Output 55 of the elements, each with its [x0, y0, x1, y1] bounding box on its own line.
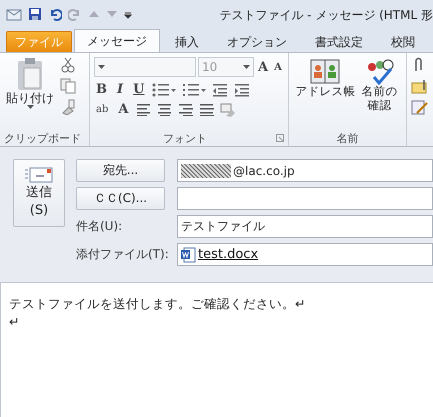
check-names-button[interactable]: 名前の 確認 [359, 55, 400, 130]
to-field[interactable]: @lac.co.jp [177, 159, 433, 182]
group-label: クリップボード [4, 130, 81, 146]
envelope-icon[interactable] [6, 7, 22, 21]
bold-button[interactable]: B [94, 82, 109, 97]
save-icon[interactable] [28, 7, 42, 21]
attachment-label: 添付ファイル(T): [76, 246, 165, 263]
cc-button[interactable]: ＣＣ(C)... [76, 187, 165, 210]
font-color-button[interactable]: A [116, 102, 130, 117]
eraser-icon[interactable] [220, 102, 236, 116]
dropdown-caret-icon[interactable] [26, 105, 34, 110]
shrink-font-button[interactable]: A [272, 62, 284, 72]
envelope-icon[interactable] [25, 167, 53, 184]
group-label: フォント [163, 130, 208, 146]
grow-font-button[interactable]: A [256, 60, 270, 74]
ribbon-tab[interactable]: 校閲 [378, 31, 428, 52]
clipboard-icon[interactable] [16, 57, 44, 91]
paste-button[interactable]: 貼り付け [4, 55, 56, 130]
message-body[interactable]: テストファイルを送付します。ご確認ください。↵ ↵ [0, 283, 433, 417]
italic-button[interactable]: I [115, 82, 126, 97]
send-button[interactable]: 送信 (S) [13, 159, 65, 227]
cc-field[interactable] [177, 187, 433, 210]
scissors-icon[interactable] [60, 57, 76, 73]
align-right-icon[interactable] [178, 103, 194, 116]
window-title: テストファイル - メッセージ (HTML 形 [219, 6, 433, 24]
word-document-icon[interactable] [181, 246, 196, 262]
subject-field[interactable]: テストファイル [177, 215, 433, 238]
address-book-button[interactable]: アドレス帳 [293, 55, 358, 130]
increase-indent-icon[interactable] [234, 82, 250, 96]
body-text: テストファイルを送付します。ご確認ください。↵ [9, 295, 306, 313]
ribbon-tab[interactable]: 書式設定 [302, 31, 376, 52]
align-left-icon[interactable] [136, 103, 152, 116]
signature-pen-icon[interactable] [411, 99, 429, 115]
group-label: 名前 [336, 130, 359, 146]
ribbon-tab[interactable]: メッセージ [74, 29, 160, 52]
ribbon-tab[interactable]: 挿入 [162, 31, 212, 52]
subject-label: 件名(U): [76, 218, 124, 235]
copy-icon[interactable] [60, 78, 76, 94]
highlight-button[interactable]: ab [94, 104, 110, 115]
body-text: ↵ [9, 313, 20, 331]
justify-icon[interactable] [199, 103, 214, 116]
address-book-icon[interactable] [310, 57, 340, 85]
to-button[interactable]: 宛先... [76, 159, 165, 182]
align-center-icon[interactable] [157, 103, 172, 116]
dropdown-caret-icon[interactable] [98, 65, 105, 69]
attachment-link[interactable]: test.docx [198, 247, 258, 262]
ribbon-tab[interactable]: オプション [214, 31, 300, 52]
dropdown-caret-icon[interactable] [243, 65, 250, 69]
paintbrush-icon[interactable] [60, 99, 76, 115]
envelope-paperclip-icon[interactable] [411, 78, 429, 94]
underline-button[interactable]: U [131, 82, 146, 97]
undo-icon[interactable] [48, 7, 62, 21]
bullet-list-icon[interactable] [152, 82, 176, 96]
numbered-list-icon[interactable] [182, 82, 206, 96]
decrease-indent-icon[interactable] [212, 82, 228, 96]
